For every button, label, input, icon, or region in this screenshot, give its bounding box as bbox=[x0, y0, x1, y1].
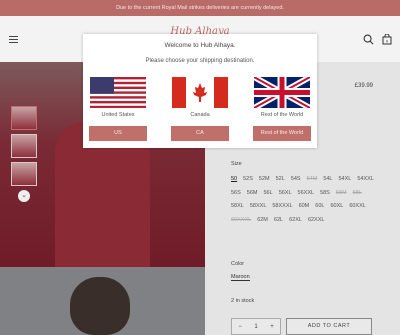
color-label: Color bbox=[231, 261, 245, 267]
size-options: 50 52S 52M 52L 54S 54M 54L 54XL 54XXL 56S 56M 56L 56… bbox=[231, 173, 381, 227]
shipping-destination-modal: Welcome to Hub Alhaya. Please choose you… bbox=[83, 34, 317, 148]
size-option: 58L bbox=[352, 189, 362, 196]
size-option[interactable]: 54XXL bbox=[357, 173, 374, 187]
size-option[interactable]: 52L bbox=[276, 173, 285, 187]
quantity-stepper: − 1 + bbox=[231, 318, 281, 335]
size-option[interactable]: 58S bbox=[320, 187, 330, 201]
destination-row-label: Rest of the World bbox=[260, 112, 304, 118]
size-option[interactable]: 60XL bbox=[330, 200, 343, 214]
us-button[interactable]: US bbox=[89, 126, 147, 141]
size-option[interactable]: 58XXL bbox=[250, 200, 267, 214]
size-option[interactable]: 52M bbox=[259, 173, 270, 187]
ca-button[interactable]: CA bbox=[171, 126, 229, 141]
thumbnail-2[interactable] bbox=[11, 134, 37, 158]
size-label: Size bbox=[231, 161, 242, 167]
size-option[interactable]: 62L bbox=[274, 214, 283, 228]
thumbnail-strip: ⌄ bbox=[11, 106, 37, 204]
size-option: 58M bbox=[335, 189, 347, 196]
search-icon[interactable] bbox=[363, 34, 374, 45]
cart-icon[interactable]: 0 bbox=[382, 34, 392, 45]
model-head-shape bbox=[70, 277, 130, 335]
rest-of-world-button[interactable]: Rest of the World bbox=[253, 126, 311, 141]
qty-minus-button[interactable]: − bbox=[238, 324, 242, 330]
announcement-bar: Due to the current Royal Mail strikes de… bbox=[0, 0, 400, 16]
product-price: £39.99 bbox=[354, 83, 373, 89]
stock-status: 2 in stock bbox=[231, 298, 255, 304]
size-option[interactable]: 56XL bbox=[279, 187, 292, 201]
size-option[interactable]: 62XL bbox=[289, 214, 302, 228]
thumbnail-3[interactable] bbox=[11, 162, 37, 186]
size-option: 60XXXL bbox=[231, 216, 252, 223]
size-option[interactable]: 60XXL bbox=[349, 200, 366, 214]
size-option[interactable]: 62M bbox=[257, 214, 268, 228]
canada-flag-icon[interactable] bbox=[172, 77, 228, 108]
us-flag-icon[interactable] bbox=[90, 77, 146, 108]
destination-row: Rest of the World bbox=[253, 77, 311, 118]
size-option[interactable]: 56M bbox=[247, 187, 258, 201]
size-option[interactable]: 54XL bbox=[339, 173, 352, 187]
size-option[interactable]: 56S bbox=[231, 187, 241, 201]
size-option[interactable]: 56L bbox=[264, 187, 273, 201]
menu-icon[interactable] bbox=[9, 36, 18, 43]
modal-title: Welcome to Hub Alhaya. bbox=[164, 42, 236, 49]
size-option[interactable]: 58XL bbox=[231, 200, 244, 214]
size-option[interactable]: 52S bbox=[243, 173, 253, 187]
uk-flag-icon[interactable] bbox=[254, 77, 310, 108]
product-photo-secondary[interactable] bbox=[0, 267, 205, 335]
size-option[interactable]: 58XXXL bbox=[272, 200, 292, 214]
size-option[interactable]: 60L bbox=[315, 200, 324, 214]
size-option: 54M bbox=[306, 176, 318, 182]
cart-count: 0 bbox=[386, 39, 389, 44]
color-option-maroon[interactable]: Maroon bbox=[231, 274, 250, 281]
destination-us: United States bbox=[89, 77, 147, 118]
destination-ca: Canada bbox=[171, 77, 229, 118]
add-to-cart-button[interactable]: ADD TO CART bbox=[286, 318, 372, 335]
size-option[interactable]: 54S bbox=[291, 173, 301, 187]
modal-subtitle: Please choose your shipping destination. bbox=[145, 58, 255, 64]
destination-us-label: United States bbox=[101, 112, 135, 118]
thumbnail-1[interactable] bbox=[11, 106, 37, 130]
chevron-down-icon[interactable]: ⌄ bbox=[18, 190, 30, 202]
qty-value[interactable]: 1 bbox=[254, 324, 257, 330]
size-option[interactable]: 54L bbox=[323, 173, 332, 187]
size-option[interactable]: 56XXL bbox=[298, 187, 315, 201]
destination-ca-label: Canada bbox=[190, 112, 210, 118]
size-option[interactable]: 60M bbox=[299, 200, 310, 214]
qty-plus-button[interactable]: + bbox=[270, 324, 274, 330]
size-option[interactable]: 62XXL bbox=[308, 214, 325, 228]
size-option[interactable]: 50 bbox=[231, 173, 237, 187]
